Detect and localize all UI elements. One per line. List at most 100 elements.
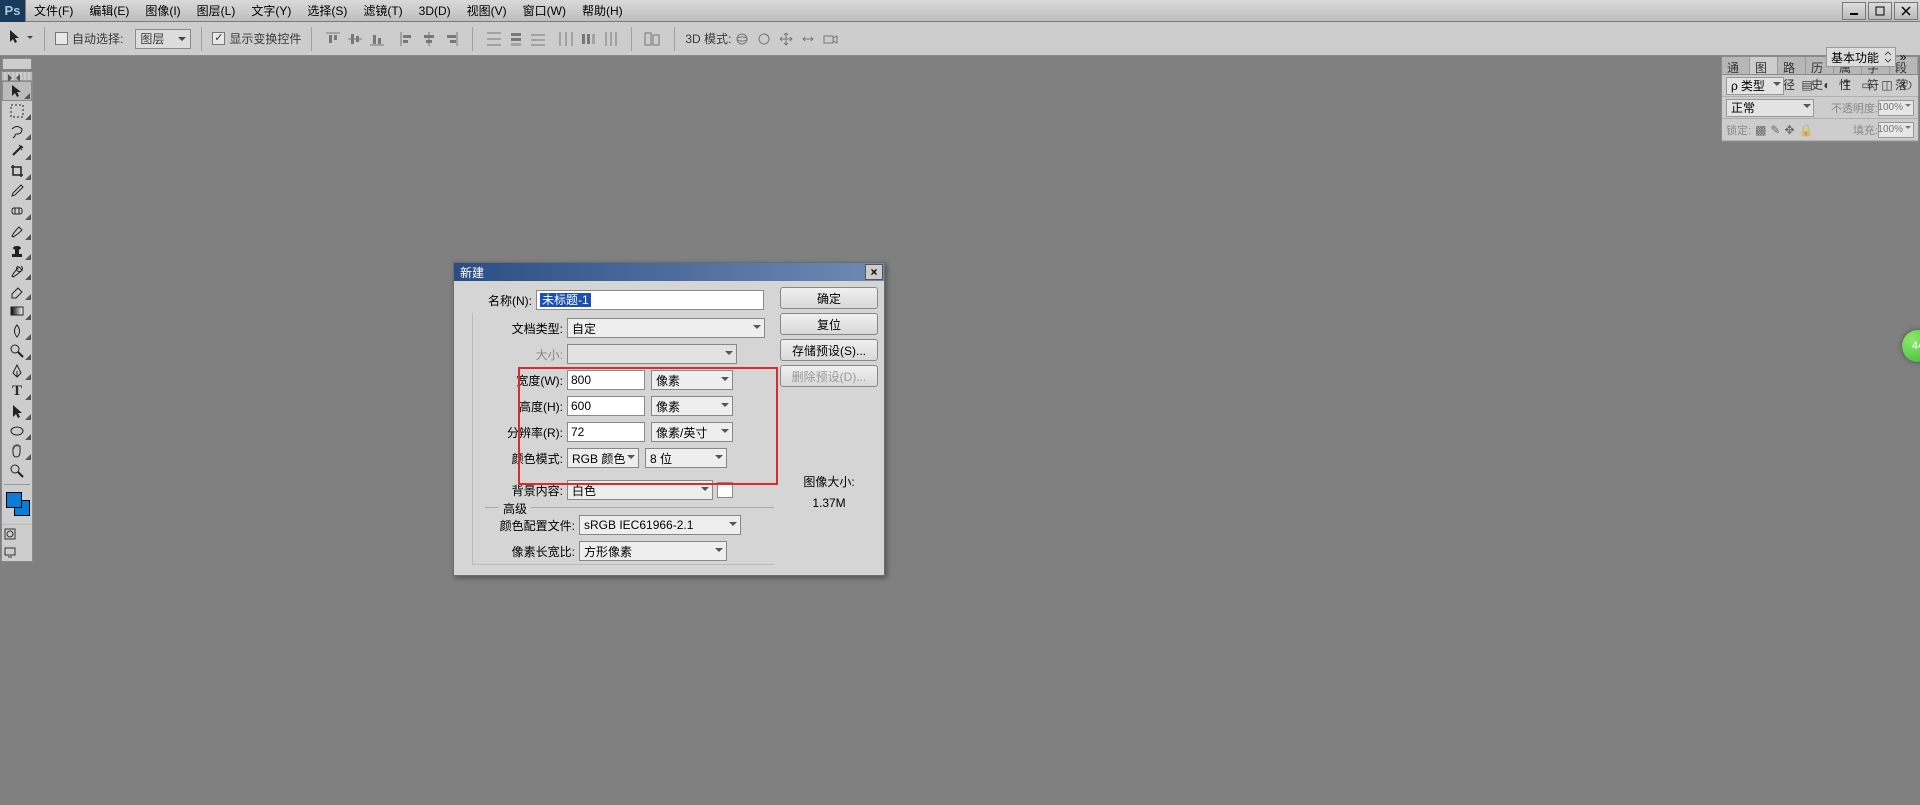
dialog-titlebar[interactable]: 新建 × [454, 263, 884, 281]
window-maximize-button[interactable] [1868, 2, 1892, 20]
menu-edit[interactable]: 编辑(E) [81, 0, 137, 21]
save-preset-button[interactable]: 存储预设(S)... [780, 339, 878, 361]
width-unit-select[interactable]: 像素 [651, 370, 733, 390]
filter-toggle-icon[interactable]: ⏻ [1900, 78, 1914, 93]
window-close-button[interactable] [1894, 2, 1918, 20]
menu-window[interactable]: 窗口(W) [515, 0, 574, 21]
zoom-tool[interactable] [2, 461, 32, 481]
quickmask-icon[interactable] [2, 525, 17, 543]
foreground-swatch[interactable] [6, 492, 22, 508]
reset-button[interactable]: 复位 [780, 313, 878, 335]
fill-input[interactable]: 100% [1878, 122, 1914, 138]
color-mode-select[interactable]: RGB 颜色 [567, 448, 639, 468]
lock-pixels-icon[interactable]: ▩ [1755, 123, 1766, 137]
3d-orbit-icon[interactable] [731, 28, 753, 50]
tab-layers[interactable]: 图层 [1750, 57, 1778, 74]
dist-right-icon[interactable] [599, 28, 621, 50]
color-depth-select[interactable]: 8 位 [645, 448, 727, 468]
brush-tool[interactable] [2, 221, 32, 241]
history-brush-tool[interactable] [2, 261, 32, 281]
panel-grip[interactable] [2, 72, 32, 81]
auto-select-target-select[interactable]: 图层 [135, 29, 191, 49]
filter-adjust-icon[interactable]: ◐ [1820, 78, 1834, 93]
dist-bottom-icon[interactable] [527, 28, 549, 50]
profile-select[interactable]: sRGB IEC61966-2.1 [579, 515, 741, 535]
height-unit-select[interactable]: 像素 [651, 396, 733, 416]
dodge-tool[interactable] [2, 341, 32, 361]
menu-layer[interactable]: 图层(L) [189, 0, 244, 21]
dist-top-icon[interactable] [483, 28, 505, 50]
dist-vcenter-icon[interactable] [505, 28, 527, 50]
tab-channels[interactable]: 通道 [1722, 57, 1750, 74]
shape-tool[interactable] [2, 421, 32, 441]
bg-select[interactable]: 白色 [567, 480, 713, 500]
preset-select[interactable]: 自定 [567, 318, 765, 338]
resolution-unit-select[interactable]: 像素/英寸 [651, 422, 733, 442]
align-bottom-icon[interactable] [366, 28, 388, 50]
lock-position-icon[interactable]: ✎ [1770, 123, 1780, 137]
color-swatches[interactable] [2, 488, 32, 524]
blend-mode-select[interactable]: 正常 [1726, 99, 1814, 117]
align-vcenter-icon[interactable] [344, 28, 366, 50]
dist-left-icon[interactable] [555, 28, 577, 50]
menu-type[interactable]: 文字(Y) [243, 0, 299, 21]
heal-tool[interactable] [2, 201, 32, 221]
menu-filter[interactable]: 滤镜(T) [355, 0, 410, 21]
window-minimize-button[interactable] [1842, 2, 1866, 20]
menu-help[interactable]: 帮助(H) [574, 0, 631, 21]
auto-align-icon[interactable] [642, 28, 664, 50]
screenmode-icon[interactable] [2, 543, 17, 561]
menu-image[interactable]: 图像(I) [137, 0, 188, 21]
collapse-tab-icon[interactable] [2, 58, 32, 69]
dialog-close-button[interactable]: × [865, 264, 883, 280]
opacity-input[interactable]: 100% [1878, 100, 1914, 116]
filter-smart-icon[interactable]: ◫ [1880, 78, 1894, 93]
tab-paths[interactable]: 路径 [1778, 57, 1806, 74]
lock-move-icon[interactable]: ✥ [1784, 123, 1794, 137]
menu-select[interactable]: 选择(S) [299, 0, 355, 21]
3d-slide-icon[interactable] [797, 28, 819, 50]
width-input[interactable] [567, 370, 645, 390]
lock-all-icon[interactable]: 🔒 [1799, 123, 1814, 137]
dist-hcenter-icon[interactable] [577, 28, 599, 50]
menu-view[interactable]: 视图(V) [459, 0, 515, 21]
auto-select-checkbox[interactable] [55, 32, 68, 45]
gradient-tool[interactable] [2, 301, 32, 321]
magic-wand-tool[interactable] [2, 141, 32, 161]
search-icon[interactable]: » [1896, 50, 1910, 64]
crop-tool[interactable] [2, 161, 32, 181]
filter-shape-icon[interactable]: ▭ [1860, 78, 1874, 93]
ok-button[interactable]: 确定 [780, 287, 878, 309]
hand-tool[interactable] [2, 441, 32, 461]
menu-file[interactable]: 文件(F) [26, 0, 81, 21]
filter-pixel-icon[interactable]: ▤ [1800, 78, 1814, 93]
layer-kind-filter[interactable]: ρ 类型 [1726, 77, 1784, 95]
3d-camera-icon[interactable] [819, 28, 841, 50]
stamp-tool[interactable] [2, 241, 32, 261]
3d-pan-icon[interactable] [775, 28, 797, 50]
lasso-tool[interactable] [2, 121, 32, 141]
notification-badge[interactable]: 44 [1902, 330, 1920, 362]
move-tool[interactable] [2, 81, 32, 101]
show-transform-checkbox[interactable] [212, 32, 225, 45]
height-input[interactable] [567, 396, 645, 416]
marquee-tool[interactable] [2, 101, 32, 121]
path-select-tool[interactable] [2, 401, 32, 421]
menu-3d[interactable]: 3D(D) [411, 0, 459, 21]
align-hcenter-icon[interactable] [418, 28, 440, 50]
align-right-icon[interactable] [440, 28, 462, 50]
eraser-tool[interactable] [2, 281, 32, 301]
type-tool[interactable]: T [2, 381, 32, 401]
blur-tool[interactable] [2, 321, 32, 341]
tool-preset-dropdown-icon[interactable] [27, 36, 33, 42]
workspace-switcher[interactable]: 基本功能 » [1826, 47, 1910, 67]
name-input[interactable]: 未标题-1 [536, 290, 764, 310]
bg-color-swatch[interactable] [717, 482, 733, 498]
align-top-icon[interactable] [322, 28, 344, 50]
resolution-input[interactable] [567, 422, 645, 442]
3d-roll-icon[interactable] [753, 28, 775, 50]
pen-tool[interactable] [2, 361, 32, 381]
aspect-select[interactable]: 方形像素 [579, 541, 727, 561]
align-left-icon[interactable] [396, 28, 418, 50]
eyedropper-tool[interactable] [2, 181, 32, 201]
